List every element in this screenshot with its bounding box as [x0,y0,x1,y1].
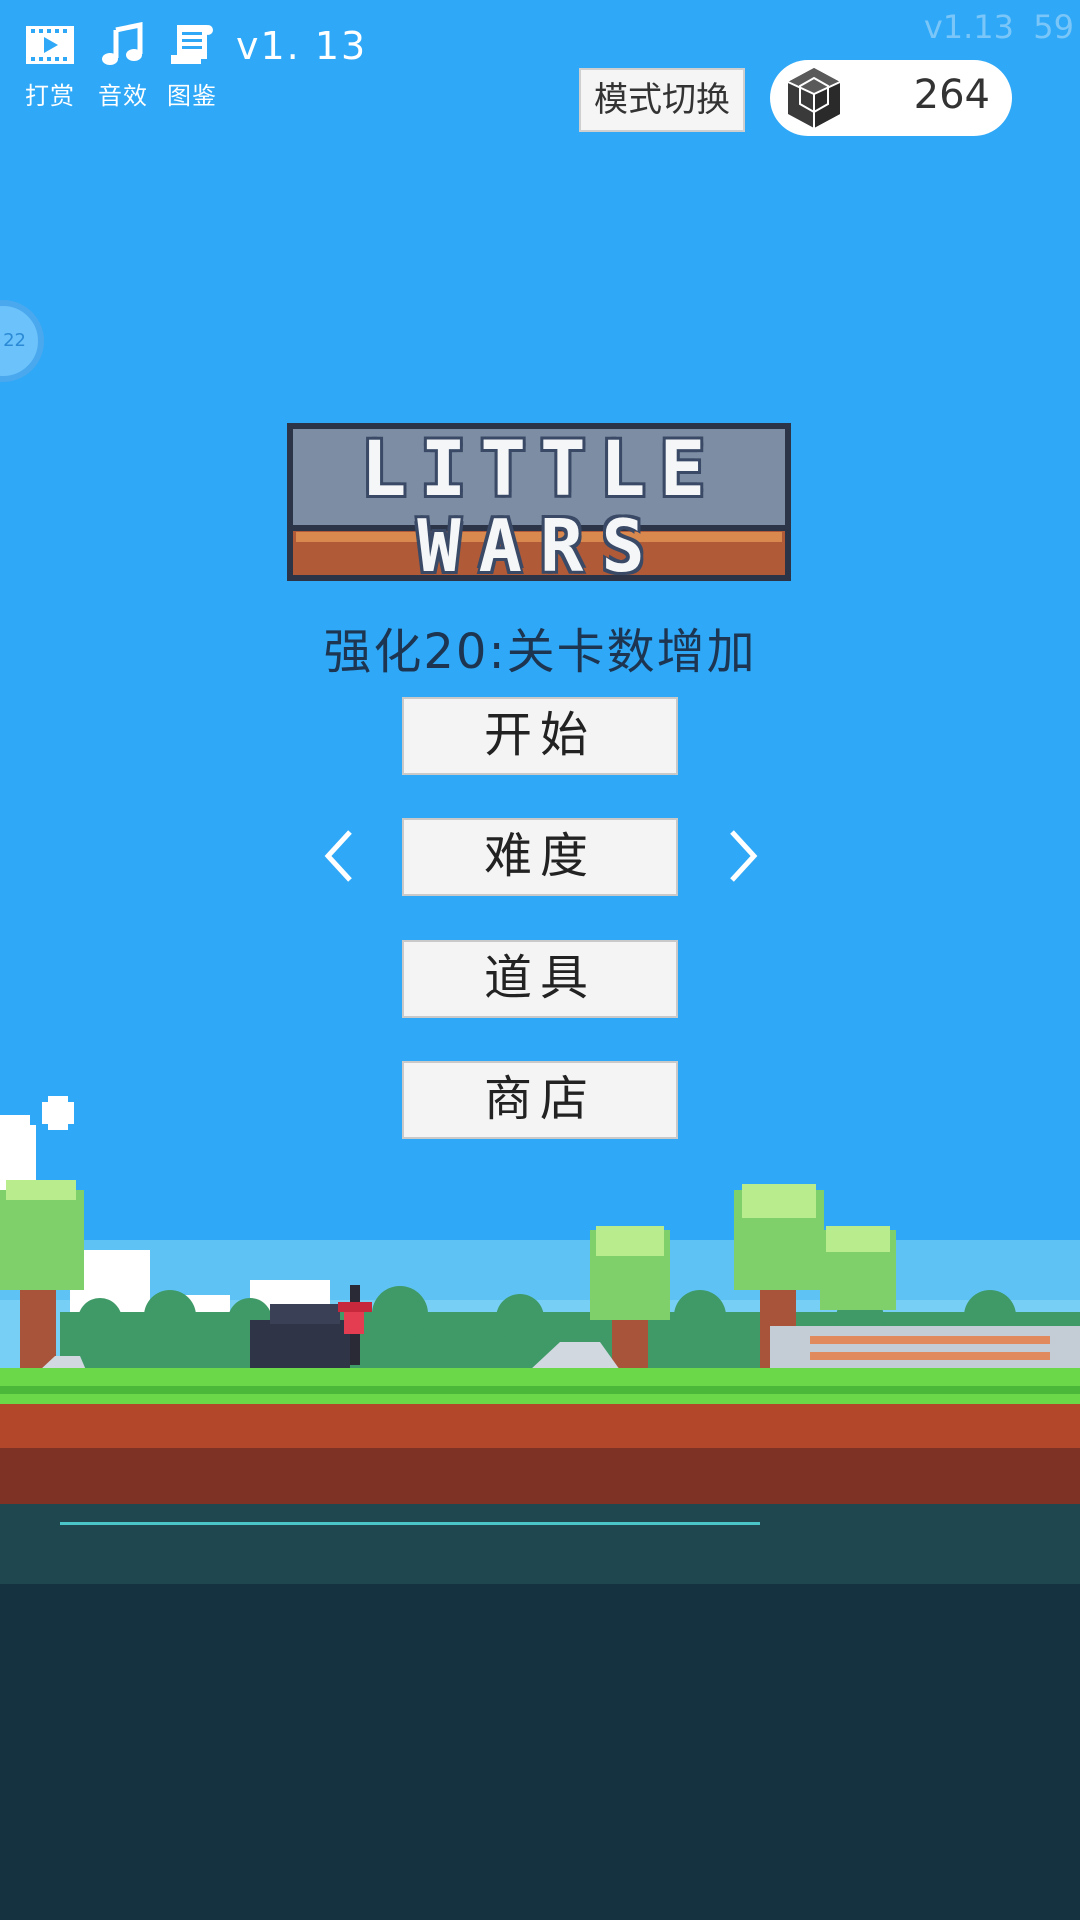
reward-label: 打赏 [25,82,75,110]
items-button[interactable]: 道具 [402,940,678,1018]
sound-button[interactable]: 音效 [88,22,158,111]
difficulty-button[interactable]: 难度 [402,818,678,896]
gem-count: 264 [913,72,990,118]
scroll-icon [171,25,213,64]
logo-line-2: WARS [417,504,663,588]
start-button[interactable]: 开始 [402,697,678,775]
game-logo: LITTLE WARS [286,418,794,588]
codex-button[interactable]: 图鉴 [157,22,227,111]
landscape-scene [0,1096,1080,1920]
currency-display: 264 [770,60,1012,136]
floating-assist-ball[interactable]: 22 [0,300,44,382]
music-icon [102,22,143,65]
upgrade-subtitle: 强化20:关卡数增加 [323,624,757,680]
version-label: v1. 13 [236,24,368,68]
gem-icon [787,68,841,128]
chevron-left-icon[interactable] [320,826,360,886]
sound-label: 音效 [98,82,148,110]
reward-button[interactable]: 打赏 [15,22,85,111]
fence [770,1326,1080,1370]
film-icon [26,26,74,64]
build-version: v1.13 [923,8,1014,46]
fps-counter: 59 [1033,8,1074,46]
dirt-strip [0,1404,1080,1448]
logo-line-1: LITTLE [360,424,720,513]
mode-switch-button[interactable]: 模式切换 [579,68,745,132]
codex-label: 图鉴 [167,82,217,110]
chevron-right-icon[interactable] [722,826,762,886]
